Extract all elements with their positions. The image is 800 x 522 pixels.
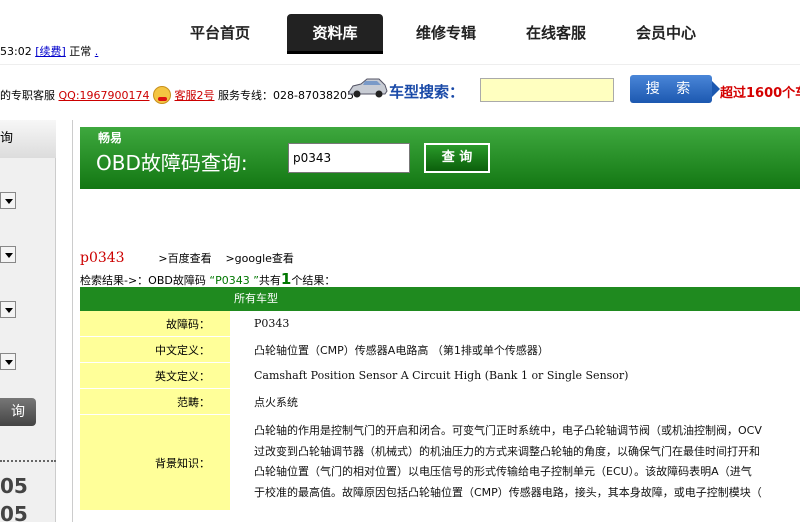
row-label: 背景知识： [80, 415, 230, 510]
row-value: 凸轮轴位置（CMP）传感器A电路高 （第1排或单个传感器） [254, 343, 549, 357]
sidebar-query-button[interactable]: 询 [0, 398, 36, 426]
account-state: 正常 [69, 45, 92, 58]
qq-penguin-icon[interactable] [153, 86, 172, 104]
obd-banner: 畅易 OBD故障码查询: p0343 查 询 [80, 127, 800, 189]
table-row: 背景知识： 凸轮轴的作用是控制气门的开启和闭合。可变气门正时系统中，电子凸轮轴调… [80, 415, 800, 511]
renew-link[interactable]: [续费] [35, 45, 66, 58]
promo-text: 超过1600个车 [720, 86, 800, 101]
row-label: 故障码： [80, 311, 230, 336]
row-label: 英文定义： [80, 363, 230, 388]
table-row: 故障码： P0343 [80, 311, 800, 337]
model-search-button[interactable]: 搜 索 [630, 75, 720, 103]
service-info: 的专职客服 QQ:1967900174 客服2号 服务专线：028-870382… [0, 86, 354, 104]
sidebar-divider [0, 460, 56, 462]
result-count: 1 [280, 270, 292, 288]
sidebar-select-1[interactable] [0, 192, 16, 209]
result-table: 所有车型 故障码： P0343 中文定义： 凸轮轴位置（CMP）传感器A电路高 … [80, 287, 800, 511]
table-header: 所有车型 [80, 287, 800, 311]
page: 53:02 [续费] 正常 . 平台首页 资料库 维修专辑 在线客服 会员中心 … [0, 0, 800, 522]
row-value: 点火系统 [254, 395, 298, 409]
google-link[interactable]: >google查看 [225, 252, 293, 265]
baidu-link[interactable]: >百度查看 [158, 252, 211, 265]
background-line: 凸轮轴的作用是控制气门的开启和闭合。可变气门正时系统中，电子凸轮轴调节阀（或机油… [254, 424, 762, 437]
table-row: 英文定义： Camshaft Position Sensor A Circuit… [80, 363, 800, 389]
code-line: p0343 >百度查看 >google查看 [80, 250, 294, 266]
obd-query-button[interactable]: 查 询 [424, 143, 490, 173]
background-line: 凸轮轴位置（气门的相对位置）以电压信号的形式传输给电子控制单元（ECU）。该故障… [254, 465, 752, 478]
nav-database[interactable]: 资料库 [287, 14, 383, 54]
account-status: 53:02 [续费] 正常 . [0, 43, 98, 59]
background-line: 过改变到凸轮轴调节器（机械式）的机油压力的方式来调整凸轮轴的角度，以确保气门在最… [254, 444, 760, 458]
extra-link[interactable]: . [95, 45, 99, 58]
row-value: Camshaft Position Sensor A Circuit High … [254, 369, 629, 382]
result-text2: 个结果： [291, 274, 336, 287]
nav-member-center[interactable]: 会员中心 [611, 14, 721, 54]
code-heading: p0343 [80, 250, 125, 266]
service-prefix: 的专职客服 [0, 89, 55, 102]
result-text1: 共有 [258, 274, 281, 287]
sidebar-number-1: 05 [0, 474, 28, 498]
obd-title: OBD故障码查询: [96, 151, 248, 175]
nav-repair-album[interactable]: 维修专辑 [391, 14, 501, 54]
service-agent-link[interactable]: 客服2号 [175, 89, 215, 102]
row-label: 中文定义： [80, 337, 230, 362]
sidebar-heading: 询 [0, 120, 56, 158]
brand-label: 畅易 [98, 131, 123, 145]
car-icon [348, 78, 388, 98]
nav-online-service[interactable]: 在线客服 [501, 14, 611, 54]
sidebar-select-4[interactable] [0, 353, 16, 370]
nav-home[interactable]: 平台首页 [165, 14, 275, 54]
row-label: 范畴： [80, 389, 230, 414]
obd-code-input[interactable]: p0343 [288, 143, 410, 173]
background-line: 于校准的最高值。故障原因包括凸轮轴位置（CMP）传感器电路，接头，其本身故障，或… [254, 485, 762, 499]
result-summary: 检索结果->：OBD故障码 “P0343 ”共有1个结果： [80, 270, 335, 288]
model-search-label: 车型搜索： [389, 83, 465, 101]
table-row: 中文定义： 凸轮轴位置（CMP）传感器A电路高 （第1排或单个传感器） [80, 337, 800, 363]
left-sidebar: 询 询 05 05 [0, 120, 56, 522]
result-query: “P0343 ” [209, 274, 259, 287]
background-text: 凸轮轴的作用是控制气门的开启和闭合。可变气门正时系统中，电子凸轮轴调节阀（或机油… [230, 415, 800, 510]
sidebar-select-2[interactable] [0, 246, 16, 263]
main-nav: 平台首页 资料库 维修专辑 在线客服 会员中心 [165, 14, 721, 54]
service-bar: 的专职客服 QQ:1967900174 客服2号 服务专线：028-870382… [0, 64, 800, 114]
model-search-input[interactable] [480, 78, 614, 102]
sidebar-select-3[interactable] [0, 301, 16, 318]
qq-link[interactable]: QQ:1967900174 [59, 89, 150, 102]
sidebar-number-2: 05 [0, 502, 28, 522]
hotline-text: 服务专线：028-87038205 [218, 89, 354, 102]
row-value: P0343 [254, 317, 290, 330]
login-time: 53:02 [0, 45, 32, 58]
top-navbar: 53:02 [续费] 正常 . 平台首页 资料库 维修专辑 在线客服 会员中心 [0, 0, 800, 64]
table-row: 范畴： 点火系统 [80, 389, 800, 415]
result-prefix: 检索结果->：OBD故障码 [80, 274, 206, 287]
